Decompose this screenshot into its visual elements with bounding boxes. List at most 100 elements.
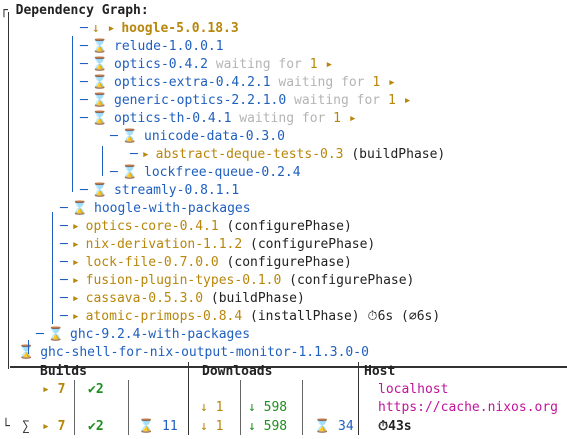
tree-connector: ─ [60,237,68,252]
build-phase: (installPhase) [242,309,360,324]
tree-node: ─ ⌛ generic-optics-2.2.1.0 waiting for 1 ▸ [80,92,411,110]
sum-downloads-planned: ⌛ 34 [314,419,354,434]
tree-connector: ─ [36,327,44,342]
sum-time: ⏱43s [378,419,412,434]
hourglass-icon: ⌛ [121,129,139,144]
build-phase: (configurePhase) [242,237,376,252]
waiting-label: waiting for [286,93,388,108]
tree-guide-line [52,212,53,324]
building-icon: ▸ [71,237,80,252]
building-icon: ▸ [71,219,80,234]
graph-title: Dependency Graph: [15,3,149,18]
tree-connector: ─ [80,75,88,90]
tree-connector: ─ [80,21,88,36]
build-phase: (buildPhase) [343,147,446,162]
node-name: atomic-primops-0.8.4 [85,309,243,324]
tree-connector: ─ [80,183,88,198]
hourglass-icon: ⌛ [91,111,109,126]
tree-connector: ─ [110,129,118,144]
building-icon: ▸ [71,255,80,270]
node-name: nix-derivation-1.1.2 [85,237,243,252]
tree-guide-line [72,36,73,192]
tree-connector: ─ [80,93,88,108]
hourglass-icon: ⌛ [47,327,65,342]
node-name: hoogle-with-packages [94,201,251,216]
node-name: streamly-0.8.1.1 [114,183,240,198]
timer-icon: ⏱6s (∅6s) [359,309,441,324]
hourglass-icon: ⌛ [91,39,109,54]
waiting-label: waiting for [270,75,373,90]
tree-node: ─ ▸ atomic-primops-0.8.4 (installPhase) ⏱6… [60,308,440,326]
tree-connector: ─ [130,147,138,162]
tree-node: ─ ⌛ streamly-0.8.1.1 [80,182,239,200]
hourglass-icon: ⌛ [91,75,109,90]
waiting-label: waiting for [207,57,310,72]
node-name: unicode-data-0.3.0 [144,129,285,144]
tree-connector: ─ [80,57,88,72]
node-name: ghc-shell-for-nix-output-monitor-1.1.3.0… [40,345,369,360]
waiting-count: 1 ▸ [372,75,396,90]
tree-node: ─ ↓ ▸ hoogle-5.0.18.3 [80,20,239,38]
build-phase: (buildPhase) [203,291,305,306]
downloading-icon: ↓ ▸ [91,21,116,36]
hourglass-icon: ⌛ [91,57,109,72]
build-phase: (configurePhase) [281,273,415,288]
waiting-count: 1 ▸ [309,57,334,72]
node-name: ghc-9.2.4-with-packages [70,327,251,342]
tree-node: ─ ▸ fusion-plugin-types-0.1.0 (configurePh… [60,272,414,290]
waiting-count: 1 ▸ [387,93,412,108]
node-name: optics-th-0.4.1 [114,111,232,126]
sum-builds-running: ▸ 7 [42,419,66,434]
tree-node: ─ ⌛ optics-0.4.2 waiting for 1 ▸ [80,56,333,74]
tree-node: ─ ▸ lock-file-0.7.0.0 (configurePhase) [60,254,352,272]
hourglass-icon: ⌛ [18,345,35,360]
node-name: abstract-deque-tests-0.3 [155,147,344,162]
hourglass-icon: ⌛ [121,165,139,180]
sum-builds-planned: ⌛ 11 [138,419,178,434]
node-name: lockfree-queue-0.2.4 [144,165,301,180]
sum-corner: └ [2,419,10,434]
col-sep-1 [188,362,189,435]
node-name: fusion-plugin-types-0.1.0 [85,273,282,288]
node-name: lock-file-0.7.0.0 [85,255,219,270]
building-icon: ▸ [71,291,80,306]
tree-guide-line [102,146,103,176]
tree-node: ─ ⌛ hoogle-with-packages [60,200,251,218]
sum-sigma: ∑ [22,419,30,434]
tree-node: ─ ▸ abstract-deque-tests-0.3 (buildPhase) [130,146,445,164]
col-sep-2 [358,362,359,435]
node-name: relude-1.0.0.1 [114,39,224,54]
tree-node: ─ ⌛ relude-1.0.0.1 [80,38,224,56]
builds-running: ▸ 7 [42,382,66,397]
build-phase: (configurePhase) [218,219,352,234]
building-icon: ▸ [141,147,150,162]
node-name: cassava-0.5.3.0 [85,291,204,306]
building-icon: ▸ [71,273,80,288]
col-sep-builds-a [74,380,75,435]
sum-downloads-done: ↓ 598 [248,419,288,434]
node-name: generic-optics-2.2.1.0 [114,93,287,108]
building-icon: ▸ [71,309,80,324]
host-localhost: localhost [378,382,449,397]
tree-node: ─ ▸ cassava-0.5.3.0 (buildPhase) [60,290,305,308]
waiting-count: 1 ▸ [333,111,357,126]
tree-node: ─ ▸ nix-derivation-1.1.2 (configurePhase) [60,236,375,254]
col-sep-builds-b [128,380,129,435]
builds-done: ✔2 [88,382,104,397]
outer-tree-line [8,12,9,369]
host-cache: https://cache.nixos.org [378,400,559,415]
col-sep-dl-a [240,380,241,435]
tree-node: ─ ⌛ optics-th-0.4.1 waiting for 1 ▸ [80,110,357,128]
hourglass-icon: ⌛ [91,183,109,198]
waiting-label: waiting for [231,111,334,126]
node-name: optics-0.4.2 [114,57,208,72]
tree-node: ─ ⌛ optics-extra-0.4.2.1 waiting for 1 ▸ [80,74,396,92]
sum-downloads-running: ↓ 1 [200,419,224,434]
tree-connector: ─ [60,219,68,234]
builds-header: Builds [40,364,87,379]
downloads-done: ↓ 598 [248,400,288,415]
tree-connector: ─ [60,201,68,216]
tree-node: ─ ⌛ lockfree-queue-0.2.4 [110,164,301,182]
hourglass-icon: ⌛ [91,93,109,108]
tree-connector: ─ [60,291,68,306]
